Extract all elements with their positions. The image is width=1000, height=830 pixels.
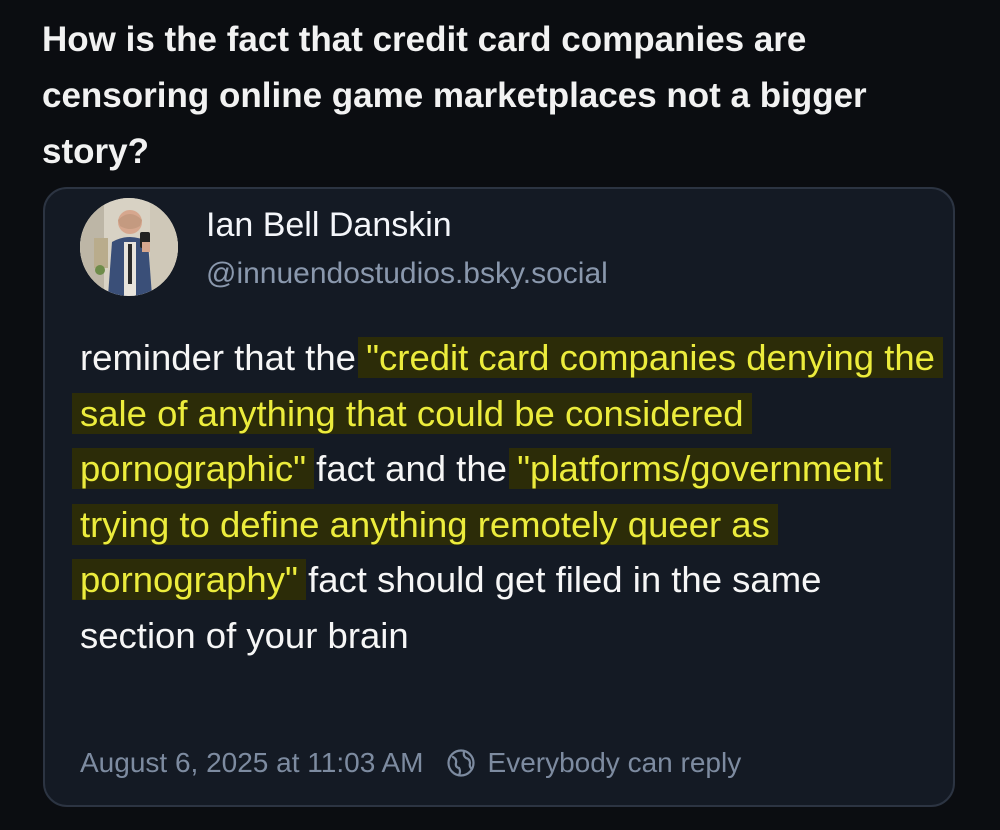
avatar[interactable] [80,198,178,296]
post-text-part: fact and the [306,448,518,489]
author-handle[interactable]: @innuendostudios.bsky.social [206,254,608,294]
post-text-part: reminder that the [80,337,367,378]
reply-setting[interactable]: Everybody can reply [488,747,742,779]
post-text: reminder that the "credit card companies… [72,330,943,663]
post-footer: August 6, 2025 at 11:03 AM Everybody can… [80,743,741,783]
author-name[interactable]: Ian Bell Danskin [206,203,452,247]
headline: How is the fact that credit card compani… [42,20,867,171]
post-timestamp[interactable]: August 6, 2025 at 11:03 AM [80,747,424,779]
globe-icon [446,749,475,777]
profile-photo-avatar [80,198,178,296]
